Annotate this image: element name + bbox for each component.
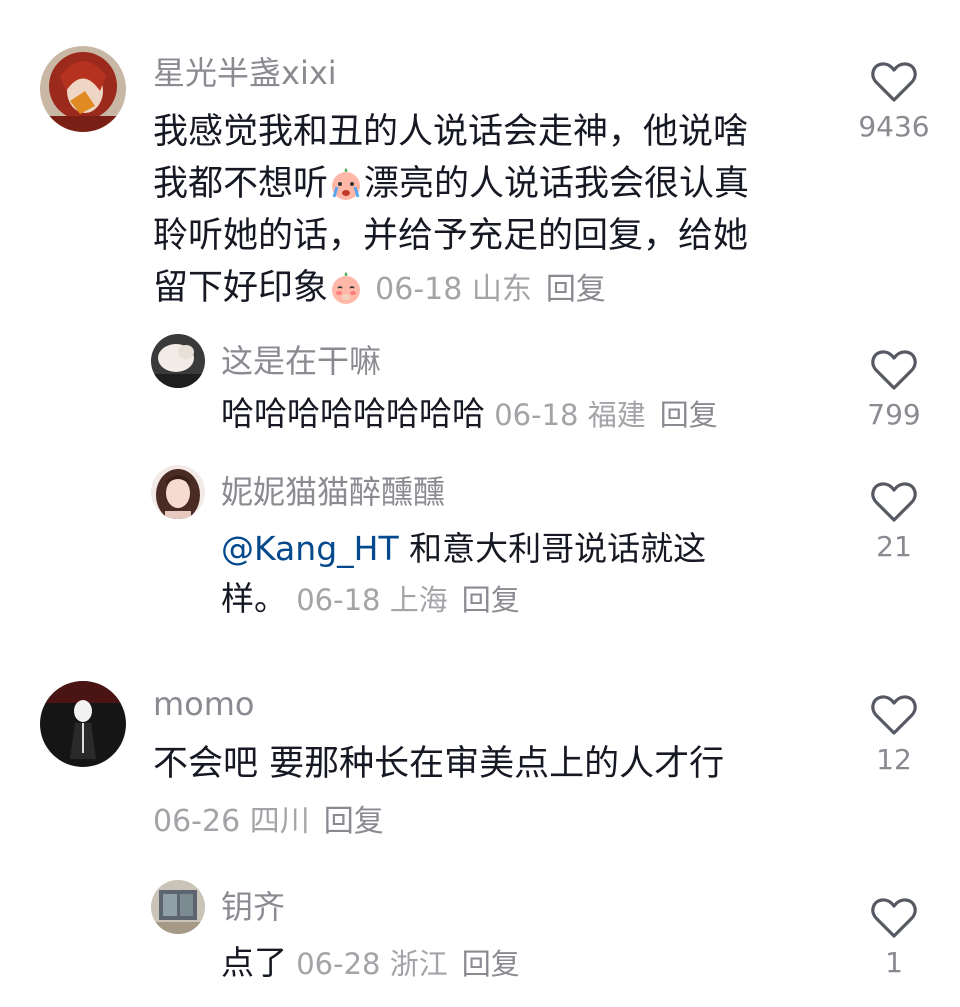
comment-text: 我感觉我和丑的人说话会走神，他说啥 我都不想听 漂亮的人说话我会很认真 聆听她的话…: [153, 112, 750, 308]
comment-meta: 06-18 山东 回复: [375, 272, 606, 307]
comment-meta: 06-18 上海 回复: [296, 583, 520, 617]
like-control: 12: [849, 693, 939, 776]
reply-button[interactable]: 回复: [546, 272, 606, 307]
heart-icon[interactable]: [870, 693, 918, 737]
reply-button[interactable]: 回复: [324, 804, 384, 839]
like-count: 9436: [858, 110, 930, 143]
reply-button[interactable]: 回复: [462, 583, 520, 617]
comment-username[interactable]: 钥齐: [221, 882, 285, 928]
comment-text: @Kang_HT 和意大利哥说话就这 样。 06-18 上海 回复: [221, 529, 707, 618]
like-control: 9436: [849, 60, 939, 143]
reply-button[interactable]: 回复: [660, 398, 718, 432]
comment-text: 不会吧 要那种长在审美点上的人才行 06-26 四川 回复: [153, 738, 724, 848]
mention-link[interactable]: @Kang_HT: [221, 529, 399, 568]
comment-meta: 06-26 四川 回复: [153, 804, 384, 839]
like-control: 21: [849, 480, 939, 563]
avatar-red-hair-icon[interactable]: [40, 46, 126, 132]
comment-username[interactable]: momo: [153, 685, 255, 723]
comment-text: 点了 06-28 浙江 回复: [221, 943, 520, 982]
comment-text: 哈哈哈哈哈哈哈哈 06-18 福建 回复: [221, 394, 718, 433]
avatar-room-photo-icon[interactable]: [151, 880, 205, 934]
heart-icon[interactable]: [870, 348, 918, 392]
comment-username[interactable]: 星光半盏xixi: [153, 48, 337, 94]
comment-meta: 06-18 福建 回复: [494, 398, 718, 432]
avatar-girl-portrait-icon[interactable]: [151, 465, 205, 519]
heart-icon[interactable]: [870, 896, 918, 940]
heart-icon[interactable]: [870, 480, 918, 524]
like-control: 799: [849, 348, 939, 431]
crying-peach-emoji-icon: [328, 165, 364, 201]
avatar-white-cat-icon[interactable]: [151, 334, 205, 388]
like-count: 1: [885, 946, 903, 979]
like-count: 799: [867, 398, 921, 431]
comment-meta: 06-28 浙江 回复: [296, 947, 520, 981]
avatar-dark-figure-icon[interactable]: [40, 681, 126, 767]
comment-username[interactable]: 这是在干嘛: [221, 336, 381, 382]
like-control: 1: [849, 896, 939, 979]
heart-icon[interactable]: [870, 60, 918, 104]
comment-username[interactable]: 妮妮猫猫醉醺醺: [221, 467, 445, 513]
like-count: 21: [876, 530, 912, 563]
like-count: 12: [876, 743, 912, 776]
shy-peach-emoji-icon: [328, 269, 364, 305]
reply-button[interactable]: 回复: [462, 947, 520, 981]
